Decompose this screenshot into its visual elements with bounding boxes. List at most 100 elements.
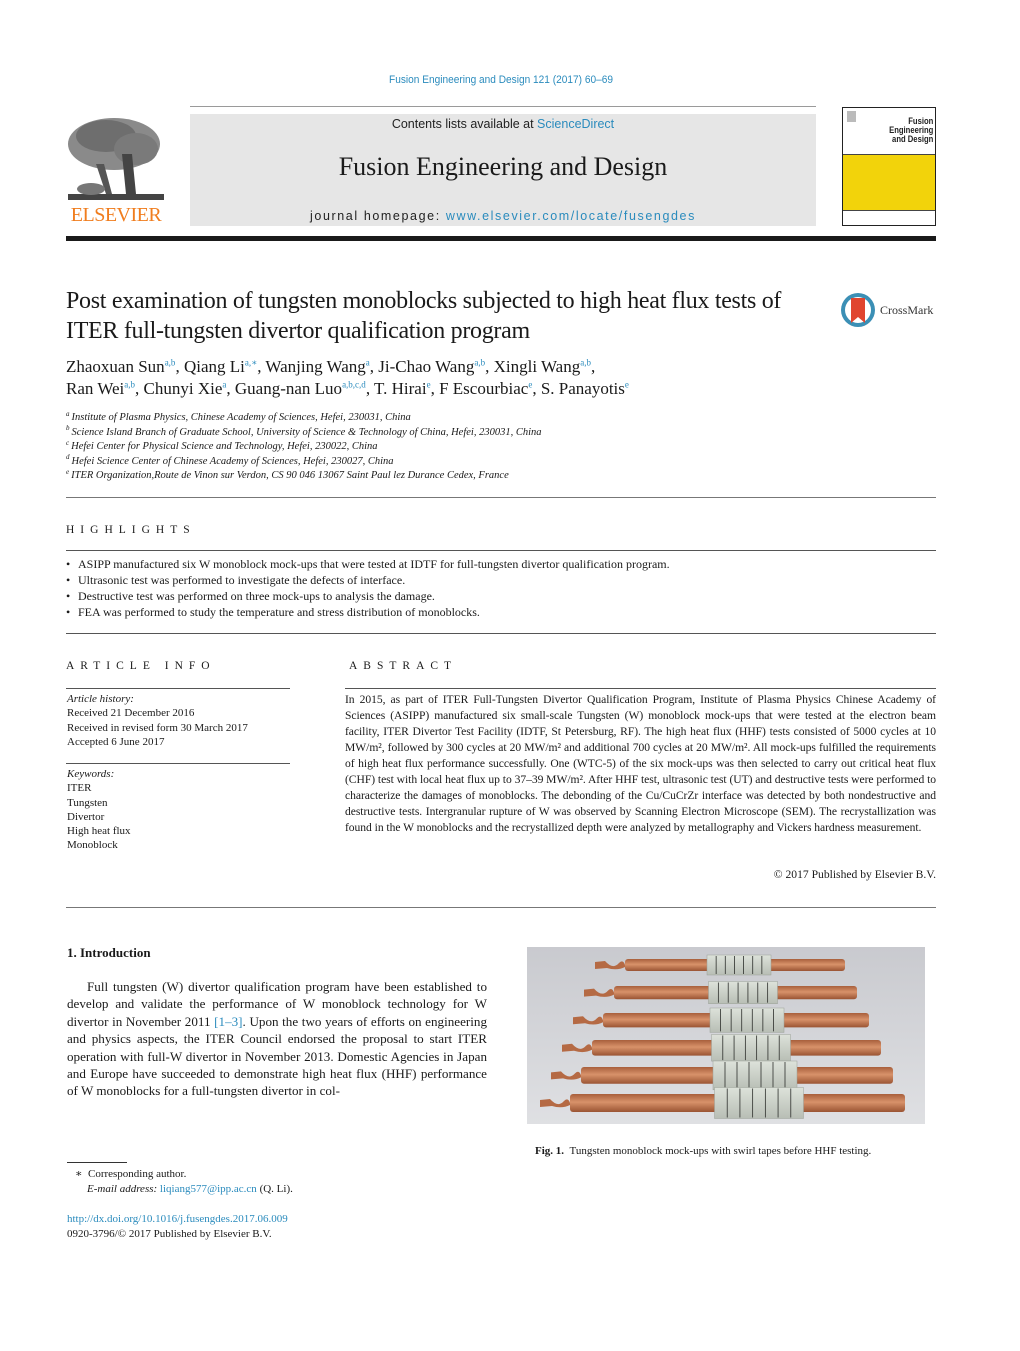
tungsten-monoblocks: [711, 1034, 791, 1062]
crossmark-badge[interactable]: CrossMark: [840, 291, 940, 329]
keyword: Monoblock: [67, 839, 118, 852]
email-link[interactable]: liqiang577@ipp.ac.cn: [160, 1183, 257, 1195]
tungsten-monoblocks: [709, 1007, 785, 1033]
homepage-prefix: journal homepage:: [310, 209, 446, 223]
affiliation-text: Science Island Branch of Graduate School…: [71, 426, 542, 438]
doi-link[interactable]: http://dx.doi.org/10.1016/j.fusengdes.20…: [67, 1212, 467, 1227]
author-name: Ran Wei: [66, 379, 125, 398]
cover-title: Fusion Engineering and Design: [889, 116, 934, 144]
crossmark-label: CrossMark: [880, 303, 934, 317]
keywords: Keywords: ITER Tungsten Divertor High he…: [67, 767, 291, 853]
author-name: S. Panayotis: [540, 379, 625, 398]
keyword: ITER: [67, 782, 92, 795]
highlight-item: Ultrasonic test was performed to investi…: [66, 572, 936, 588]
affiliation-list: a Institute of Plasma Physics, Chinese Ac…: [66, 409, 766, 484]
affiliation-key: c: [66, 438, 70, 447]
tungsten-monoblocks: [714, 1087, 804, 1119]
author-name: Guang-nan Luo: [234, 379, 343, 398]
issn-line: 0920-3796/© 2017 Published by Elsevier B…: [67, 1228, 272, 1240]
affiliation-text: Hefei Science Center of Chinese Academy …: [71, 455, 394, 467]
author-affiliation-ref[interactable]: e: [427, 379, 431, 389]
affiliation-item: c Hefei Center for Physical Science and T…: [66, 438, 766, 455]
figure-label: Fig. 1.: [535, 1145, 565, 1157]
affiliation-item: e ITER Organization,Route de Vinon sur Ve…: [66, 467, 766, 484]
keyword: High heat flux: [67, 825, 131, 838]
journal-cover-thumbnail[interactable]: Fusion Engineering and Design: [842, 107, 936, 226]
figure-caption-text: Tungsten monoblock mock-ups with swirl t…: [569, 1145, 872, 1157]
divider: [66, 907, 936, 908]
footnote-mark: ∗: [75, 1168, 83, 1180]
section-heading-introduction: 1. Introduction: [67, 945, 151, 960]
journal-homepage-line: journal homepage: www.elsevier.com/locat…: [190, 209, 816, 223]
affiliation-key: b: [66, 424, 70, 432]
affiliation-item: d Hefei Science Center of Chinese Academy…: [66, 453, 766, 470]
author-name: Chunyi Xie: [143, 379, 223, 398]
author-affiliation-ref[interactable]: e: [528, 379, 532, 389]
affiliation-item: a Institute of Plasma Physics, Chinese Ac…: [66, 409, 766, 426]
affiliation-key: d: [66, 453, 70, 461]
keywords-label: Keywords:: [67, 768, 115, 780]
keyword: Divertor: [67, 810, 105, 823]
affiliation-key: e: [66, 467, 70, 476]
author-affiliation-ref[interactable]: a,b: [580, 357, 591, 367]
divider: [66, 497, 936, 498]
elsevier-tree-icon: [66, 114, 166, 204]
author-affiliation-ref[interactable]: a,∗: [245, 357, 257, 367]
author-affiliation-ref[interactable]: a,b: [124, 379, 135, 389]
author-name: Zhaoxuan Sun: [66, 357, 165, 376]
sciencedirect-link[interactable]: ScienceDirect: [537, 117, 614, 131]
abstract-heading: ABSTRACT: [349, 660, 458, 672]
article-history: Article history: Received 21 December 20…: [67, 692, 291, 749]
introduction-paragraph: Full tungsten (W) divertor qualification…: [67, 978, 487, 1100]
highlight-item: ASIPP manufactured six W monoblock mock-…: [66, 556, 936, 572]
author-name: Xingli Wang: [493, 357, 581, 376]
author-affiliation-ref[interactable]: a,b,c,d: [342, 379, 366, 389]
divider: [66, 633, 936, 634]
author-affiliation-ref[interactable]: a,b: [165, 357, 176, 367]
author-name: Qiang Li: [183, 357, 245, 376]
header-rule: [190, 106, 816, 107]
email-label: E-mail address:: [87, 1183, 158, 1195]
affiliation-item: b Science Island Branch of Graduate Schoo…: [66, 424, 766, 441]
divider: [66, 550, 936, 551]
keyword: Tungsten: [67, 796, 108, 809]
author-name: F Escourbiac: [439, 379, 529, 398]
highlight-item: FEA was performed to study the temperatu…: [66, 604, 936, 620]
author-affiliation-ref[interactable]: e: [625, 379, 629, 389]
journal-title: Fusion Engineering and Design: [338, 152, 668, 181]
elsevier-logo[interactable]: ELSEVIER: [66, 114, 166, 226]
mockups-photo: [527, 947, 925, 1124]
author-name: T. Hirai: [374, 379, 427, 398]
contents-line: Contents lists available at ScienceDirec…: [190, 117, 816, 131]
affiliation-text: Hefei Center for Physical Science and Te…: [71, 441, 378, 452]
author-affiliation-ref[interactable]: a: [366, 357, 370, 367]
citation-link[interactable]: [1–3]: [214, 1014, 242, 1029]
elsevier-wordmark: ELSEVIER: [70, 204, 162, 226]
history-label: Article history:: [67, 693, 134, 705]
corresponding-author-footnote: ∗ Corresponding author. E-mail address: …: [75, 1167, 475, 1197]
history-received: Received 21 December 2016: [67, 707, 195, 720]
figure-1-image[interactable]: [527, 947, 925, 1124]
tungsten-monoblocks: [708, 981, 778, 1004]
journal-citation-link[interactable]: Fusion Engineering and Design 121 (2017)…: [40, 74, 962, 86]
author-name: Wanjing Wang: [265, 357, 366, 376]
highlights-list: ASIPP manufactured six W monoblock mock-…: [66, 556, 936, 620]
author-affiliation-ref[interactable]: a,b: [474, 357, 485, 367]
journal-homepage-link[interactable]: www.elsevier.com/locate/fusengdes: [446, 209, 696, 223]
email-suffix: (Q. Li).: [256, 1183, 293, 1195]
footnote-text: Corresponding author.: [87, 1168, 187, 1180]
doi-block: http://dx.doi.org/10.1016/j.fusengdes.20…: [67, 1212, 467, 1242]
author-affiliation-ref[interactable]: a: [222, 379, 226, 389]
divider: [66, 763, 290, 764]
figure-1-caption: Fig. 1. Tungsten monoblock mock-ups with…: [535, 1145, 935, 1157]
highlights-heading: HIGHLIGHTS: [66, 524, 196, 536]
divider: [345, 688, 936, 689]
abstract-body: In 2015, as part of ITER Full-Tungsten D…: [345, 693, 936, 834]
footnote-rule: [67, 1162, 127, 1163]
highlight-item: Destructive test was performed on three …: [66, 588, 936, 604]
cover-logo-icon: [847, 111, 856, 122]
crossmark-icon: [841, 293, 875, 327]
affiliation-key: a: [66, 409, 70, 418]
article-info-heading: ARTICLE INFO: [66, 660, 216, 672]
affiliation-text: Institute of Plasma Physics, Chinese Aca…: [71, 412, 411, 423]
